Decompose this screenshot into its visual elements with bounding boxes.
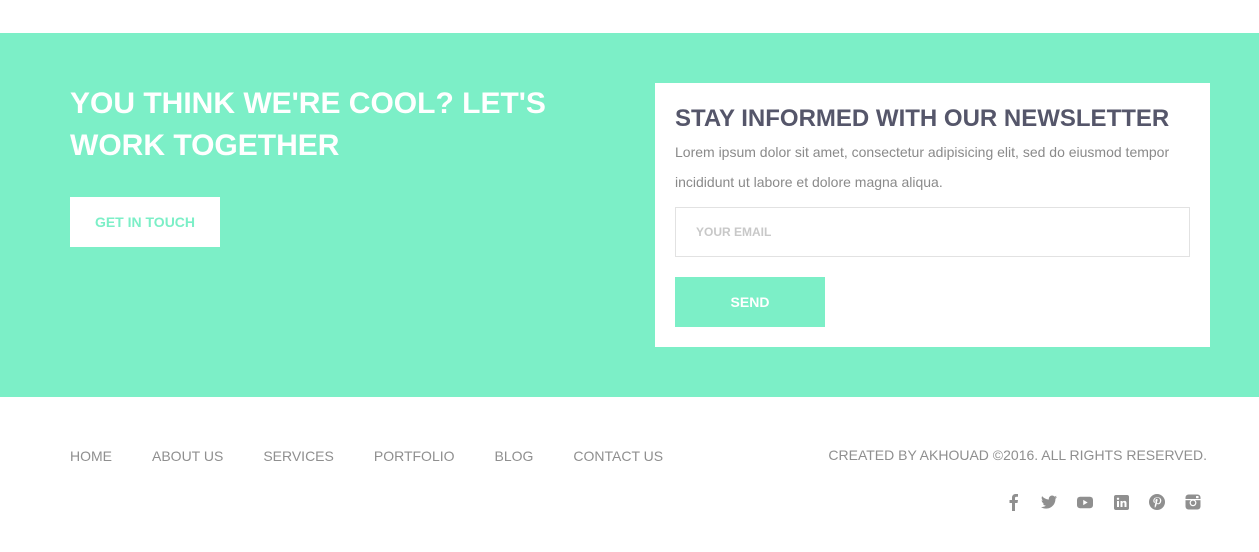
youtube-icon[interactable] bbox=[1077, 493, 1093, 511]
pinterest-icon[interactable] bbox=[1149, 493, 1165, 511]
footer-link-about-us[interactable]: ABOUT US bbox=[152, 448, 223, 464]
instagram-icon[interactable] bbox=[1185, 493, 1201, 511]
facebook-icon[interactable] bbox=[1005, 493, 1021, 511]
cta-section: YOU THINK WE'RE COOL? LET'S WORK TOGETHE… bbox=[0, 33, 1259, 397]
footer-link-services[interactable]: SERVICES bbox=[263, 448, 334, 464]
get-in-touch-button[interactable]: GET IN TOUCH bbox=[70, 197, 220, 247]
email-input[interactable] bbox=[675, 207, 1190, 257]
newsletter-description: Lorem ipsum dolor sit amet, consectetur … bbox=[675, 144, 1170, 190]
newsletter-title: STAY INFORMED WITH OUR NEWSLETTER bbox=[675, 105, 1170, 132]
cta-title: YOU THINK WE'RE COOL? LET'S WORK TOGETHE… bbox=[70, 87, 546, 162]
copyright-text: CREATED BY AKHOUAD ©2016. ALL RIGHTS RES… bbox=[828, 447, 1207, 463]
footer-link-blog[interactable]: BLOG bbox=[495, 448, 534, 464]
send-button[interactable]: SEND bbox=[675, 277, 825, 327]
twitter-icon[interactable] bbox=[1041, 493, 1057, 511]
linkedin-icon[interactable] bbox=[1113, 493, 1129, 511]
footer-link-contact-us[interactable]: CONTACT US bbox=[573, 448, 663, 464]
footer-nav: HOME ABOUT US SERVICES PORTFOLIO BLOG CO… bbox=[70, 448, 703, 464]
social-links bbox=[1005, 493, 1201, 511]
footer-link-home[interactable]: HOME bbox=[70, 448, 112, 464]
newsletter-box: STAY INFORMED WITH OUR NEWSLETTER Lorem … bbox=[655, 83, 1210, 347]
footer-link-portfolio[interactable]: PORTFOLIO bbox=[374, 448, 455, 464]
